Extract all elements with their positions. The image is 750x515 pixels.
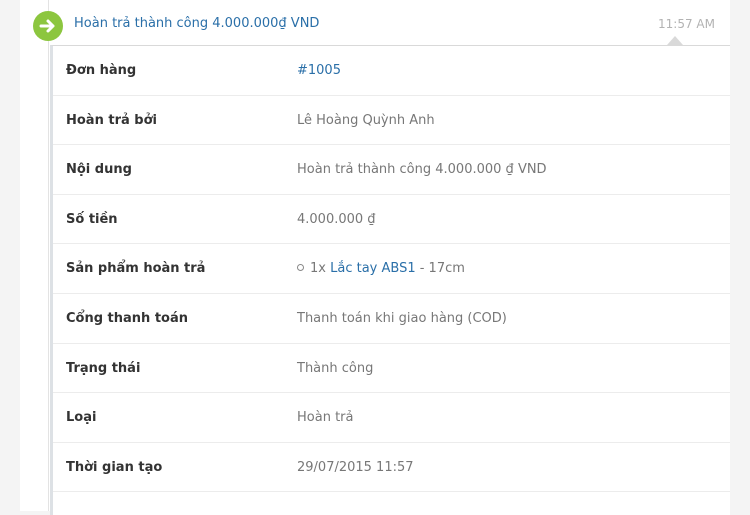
detail-row-created-at: Thời gian tạo 29/07/2015 11:57	[53, 443, 730, 493]
type-label: Loại	[66, 410, 97, 426]
detail-pointer	[667, 36, 683, 45]
detail-row-order: Đơn hàng #1005	[53, 46, 730, 96]
bullet-icon	[297, 264, 304, 272]
product-quantity: 1x	[310, 261, 326, 277]
timeline-line	[48, 0, 49, 511]
content-label: Nội dung	[66, 162, 132, 178]
order-link[interactable]: #1005	[297, 63, 341, 78]
event-title[interactable]: Hoàn trả thành công 4.000.000₫ VND	[74, 16, 319, 31]
timeline-panel: Hoàn trả thành công 4.000.000₫ VND 11:57…	[20, 0, 730, 515]
detail-row-refunded-by: Hoàn trả bởi Lê Hoàng Quỳnh Anh	[53, 96, 730, 146]
gateway-value: Thanh toán khi giao hàng (COD)	[297, 310, 507, 326]
product-variant: - 17cm	[415, 261, 465, 277]
arrow-right-circle-icon	[33, 11, 63, 41]
detail-row-gateway: Cổng thanh toán Thanh toán khi giao hàng…	[53, 294, 730, 344]
status-label: Trạng thái	[66, 360, 141, 376]
detail-row-amount: Số tiền 4.000.000 ₫	[53, 195, 730, 245]
detail-row-type: Loại Hoàn trả	[53, 393, 730, 443]
detail-row-products: Sản phẩm hoàn trả 1x Lắc tay ABS1 - 17cm	[53, 244, 730, 294]
content-value: Hoàn trả thành công 4.000.000 ₫ VND	[297, 162, 547, 178]
order-label: Đơn hàng	[66, 63, 137, 78]
created-at-label: Thời gian tạo	[66, 459, 163, 475]
timeline-event-header[interactable]: Hoàn trả thành công 4.000.000₫ VND 11:57…	[20, 0, 730, 48]
status-value: Thành công	[297, 360, 374, 376]
event-detail-table: Đơn hàng #1005 Hoàn trả bởi Lê Hoàng Quỳ…	[50, 45, 730, 515]
event-time: 11:57 AM	[658, 17, 715, 31]
product-link[interactable]: Lắc tay ABS1	[330, 261, 415, 276]
detail-row-content: Nội dung Hoàn trả thành công 4.000.000 ₫…	[53, 145, 730, 195]
products-label: Sản phẩm hoàn trả	[66, 261, 206, 277]
detail-row-status: Trạng thái Thành công	[53, 344, 730, 394]
refunded-by-value: Lê Hoàng Quỳnh Anh	[297, 112, 435, 128]
amount-value: 4.000.000 ₫	[297, 211, 376, 227]
type-value: Hoàn trả	[297, 410, 354, 426]
product-list-item: 1x Lắc tay ABS1 - 17cm	[297, 261, 465, 276]
gateway-label: Cổng thanh toán	[66, 310, 189, 326]
created-at-value: 29/07/2015 11:57	[297, 459, 414, 475]
refunded-by-label: Hoàn trả bởi	[66, 112, 157, 128]
amount-label: Số tiền	[66, 211, 118, 227]
